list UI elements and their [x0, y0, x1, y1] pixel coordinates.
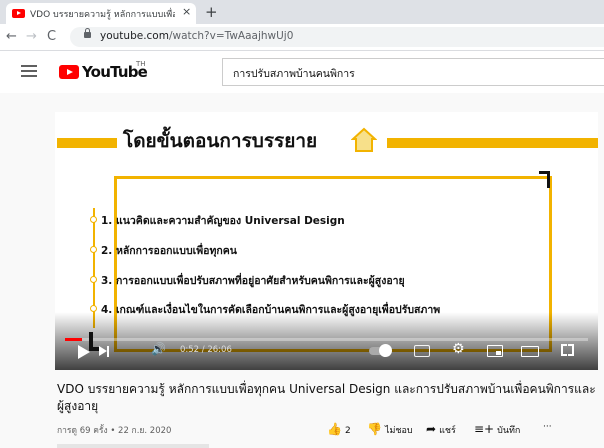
controls-gradient: [55, 312, 598, 370]
back-button[interactable]: ←: [6, 29, 17, 44]
like-count: 2: [344, 426, 351, 436]
browser-toolbar: ← → C youtube.com/watch?v=TwAaajhwUj0: [0, 24, 604, 51]
thumbs-down-icon: 👎: [367, 422, 382, 436]
miniplayer-icon[interactable]: [487, 345, 503, 357]
url-path: /watch?v=TwAaajhwUj0: [168, 30, 294, 42]
url-host: youtube.com: [100, 30, 169, 42]
video-meta: การดู 69 ครั้ง • 22 ก.ย. 2020: [57, 426, 172, 436]
playlist-add-icon: ≡+: [474, 422, 495, 436]
video-title: VDO บรรยายความรู้ หลักการแบบเพื่อทุกคน U…: [57, 382, 596, 413]
youtube-logo-icon[interactable]: [59, 65, 79, 79]
time-display: 0:52 / 26:06: [180, 345, 232, 355]
horizontal-scrollbar[interactable]: [57, 444, 209, 448]
video-player[interactable]: โดยขั้นตอนการบรรยาย 1. แนวคิดและความสำคั…: [55, 112, 598, 370]
bullet-circle-icon: [90, 216, 97, 223]
browser-tab[interactable]: VDO บรรยายความรู้ หลักการแบบเพื่อ ×: [6, 3, 196, 24]
url-text[interactable]: youtube.com/watch?v=TwAaajhwUj0: [100, 30, 293, 42]
play-icon[interactable]: [78, 345, 90, 359]
theater-mode-icon[interactable]: [521, 346, 539, 357]
settings-gear-icon[interactable]: ⚙: [452, 341, 465, 357]
corner-bracket: [539, 171, 550, 188]
slide-list-item: 1. แนวคิดและความสำคัญของ Universal Desig…: [90, 212, 345, 229]
search-input[interactable]: การปรับสภาพบ้านคนพิการ: [222, 58, 604, 86]
lock-icon[interactable]: [84, 28, 91, 38]
reload-button[interactable]: C: [47, 29, 56, 44]
slide-heading-bar-left: [57, 138, 117, 148]
progress-played: [65, 338, 82, 341]
next-icon[interactable]: [99, 345, 109, 357]
share-arrow-icon: ➦: [426, 422, 437, 436]
save-button[interactable]: ≡+ บันทึก: [474, 422, 520, 437]
hamburger-menu-icon[interactable]: [21, 65, 37, 77]
volume-icon[interactable]: 🔊: [151, 342, 166, 356]
subtitles-icon[interactable]: [414, 345, 430, 357]
youtube-favicon-icon: [12, 9, 25, 18]
tab-title: VDO บรรยายความรู้ หลักการแบบเพื่อ: [30, 10, 175, 20]
slide-heading: โดยขั้นตอนการบรรยาย: [123, 130, 318, 152]
search-query: การปรับสภาพบ้านคนพิการ: [233, 68, 355, 80]
progress-bar[interactable]: [65, 338, 588, 341]
dislike-label: ไม่ชอบ: [384, 426, 413, 436]
bullet-circle-icon: [90, 246, 97, 253]
forward-button[interactable]: →: [26, 29, 37, 44]
more-actions-button[interactable]: ···: [543, 422, 552, 432]
slide-heading-bar-right: [387, 138, 598, 148]
slide-list-item: 3. การออกแบบเพื่อปรับสภาพที่อยู่อาศัยสำห…: [90, 272, 405, 289]
share-button[interactable]: ➦ แชร์: [426, 422, 456, 437]
browser-tab-strip: VDO บรรยายความรู้ หลักการแบบเพื่อ × +: [0, 0, 604, 24]
slide-list-item: 2. หลักการออกแบบเพื่อทุกคน: [90, 242, 237, 259]
house-icon: [351, 127, 377, 152]
region-code: TH: [136, 60, 146, 68]
save-label: บันทึก: [497, 426, 521, 436]
new-tab-button[interactable]: +: [205, 3, 218, 21]
youtube-header: YouTube TH การปรับสภาพบ้านคนพิการ: [0, 51, 604, 93]
like-button[interactable]: 👍 2: [327, 422, 351, 436]
bullet-circle-icon: [90, 305, 97, 312]
bullet-circle-icon: [90, 276, 97, 283]
fullscreen-icon[interactable]: [561, 344, 574, 356]
share-label: แชร์: [439, 426, 456, 436]
tab-close-icon[interactable]: ×: [182, 5, 191, 18]
thumbs-up-icon: 👍: [327, 422, 342, 436]
dislike-button[interactable]: 👎 ไม่ชอบ: [367, 422, 413, 437]
address-bar[interactable]: youtube.com/watch?v=TwAaajhwUj0: [70, 27, 604, 47]
mouse-cursor-icon: [89, 332, 99, 351]
autoplay-toggle[interactable]: [369, 344, 392, 357]
